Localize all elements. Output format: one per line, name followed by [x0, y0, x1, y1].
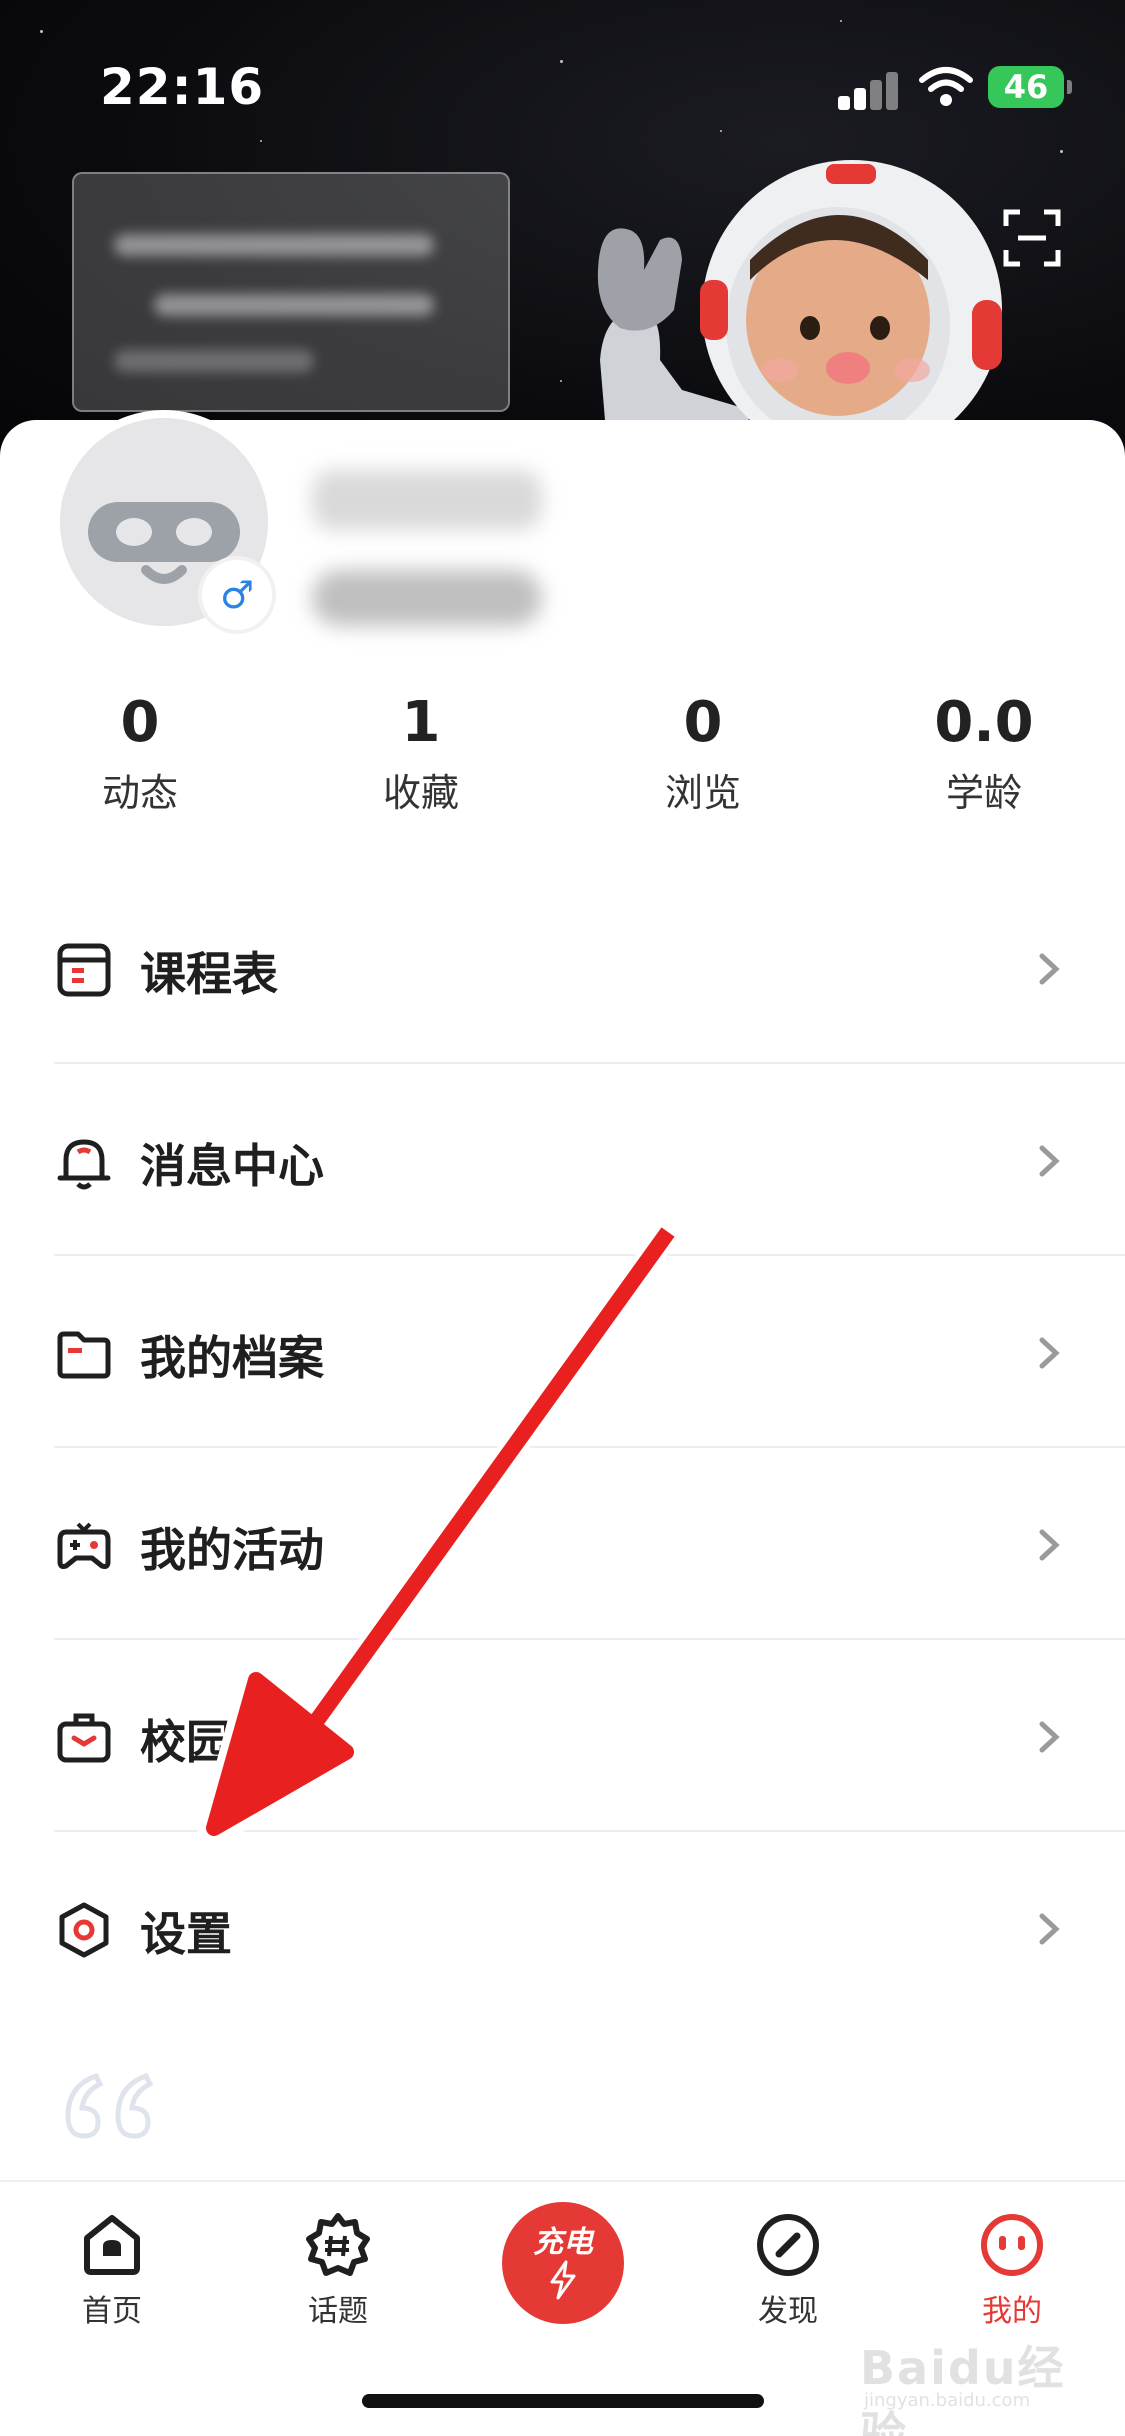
blurred-username: [312, 470, 542, 530]
menu-item-settings[interactable]: 设置: [0, 1832, 1125, 2024]
chevron-right-icon: [1039, 1529, 1060, 1561]
home-icon: [84, 2215, 140, 2275]
lightning-icon: [550, 2260, 576, 2300]
chevron-right-icon: [1039, 953, 1060, 985]
briefcase-icon: [57, 1713, 111, 1763]
battery-indicator: 46: [988, 66, 1072, 108]
watermark-subtext: jingyan.baidu.com: [864, 2390, 1031, 2411]
profile-stats: 0 动态 1 收藏 0 浏览 0.0 学龄: [0, 690, 1125, 820]
cellular-signal-icon: [838, 70, 900, 110]
tab-label: 话题: [308, 2294, 368, 2329]
scan-icon[interactable]: [1002, 208, 1062, 268]
stat-value: 1: [401, 690, 441, 755]
wifi-icon: [919, 67, 973, 106]
battery-level: 46: [1003, 68, 1049, 106]
status-bar: 22:16 46: [0, 0, 1125, 150]
bell-icon: [57, 1139, 111, 1190]
menu-item-messages[interactable]: 消息中心: [0, 1064, 1125, 1256]
tab-mine[interactable]: 我的: [932, 2212, 1092, 2330]
stat-value: 0: [120, 690, 160, 755]
schedule-icon: [57, 943, 111, 997]
menu-item-my-profile[interactable]: 我的档案: [0, 1256, 1125, 1448]
menu-label: 设置: [140, 1907, 232, 1961]
profile-header-banner: 22:16 46: [0, 0, 1125, 470]
gamepad-icon: [57, 1522, 111, 1569]
stat-label: 学龄: [945, 771, 1022, 815]
menu-item-my-activities[interactable]: 我的活动: [0, 1448, 1125, 1640]
blurred-card: [72, 172, 510, 412]
menu-label: 我的活动: [140, 1523, 324, 1577]
stat-label: 收藏: [382, 771, 459, 815]
profile-menu: 课程表 消息中心 我的档案 我的活动 校园招聘 设置: [0, 872, 1125, 2024]
chevron-right-icon: [1039, 1721, 1060, 1753]
stat-posts[interactable]: 0 动态: [40, 690, 240, 817]
tab-label: 发现: [758, 2294, 818, 2329]
gender-badge: ♂: [202, 560, 272, 630]
chevron-right-icon: [1039, 1913, 1060, 1945]
stat-favorites[interactable]: 1 收藏: [321, 690, 521, 817]
charge-label: 充电: [533, 2225, 593, 2260]
baidu-watermark: Baidu经验 jingyan.baidu.com: [860, 2332, 1090, 2436]
quote-mark-icon: [65, 2072, 154, 2139]
folder-icon: [57, 1331, 111, 1379]
stat-label: 浏览: [664, 771, 741, 815]
menu-label: 校园招聘: [140, 1715, 324, 1769]
tab-label: 首页: [82, 2294, 142, 2329]
status-time: 22:16: [100, 58, 265, 116]
menu-item-schedule[interactable]: 课程表: [0, 872, 1125, 1064]
stat-value: 0: [683, 690, 723, 755]
chevron-right-icon: [1039, 1337, 1060, 1369]
tab-discover[interactable]: 发现: [708, 2212, 868, 2330]
stat-views[interactable]: 0 浏览: [603, 690, 803, 817]
mine-face-icon: [981, 2214, 1043, 2276]
menu-label: 课程表: [140, 947, 278, 1001]
male-icon: ♂: [219, 573, 255, 617]
menu-label: 我的档案: [140, 1331, 324, 1385]
menu-label: 消息中心: [140, 1139, 324, 1193]
stat-school-age[interactable]: 0.0 学龄: [884, 690, 1084, 817]
tab-topics[interactable]: 话题: [258, 2212, 418, 2330]
stat-label: 动态: [101, 771, 178, 815]
topics-gear-icon: [306, 2213, 370, 2276]
home-indicator: [362, 2394, 764, 2408]
chevron-right-icon: [1039, 1145, 1060, 1177]
tab-home[interactable]: 首页: [32, 2212, 192, 2330]
compass-icon: [757, 2214, 819, 2276]
settings-hexagon-icon: [59, 1902, 109, 1958]
watermark-text: Baidu经验: [860, 2341, 1066, 2436]
menu-item-campus-recruitment[interactable]: 校园招聘: [0, 1640, 1125, 1832]
stat-value: 0.0: [934, 690, 1034, 755]
charge-button[interactable]: 充电: [502, 2202, 624, 2324]
blurred-user-tag: [312, 570, 542, 626]
tab-label: 我的: [982, 2294, 1042, 2329]
